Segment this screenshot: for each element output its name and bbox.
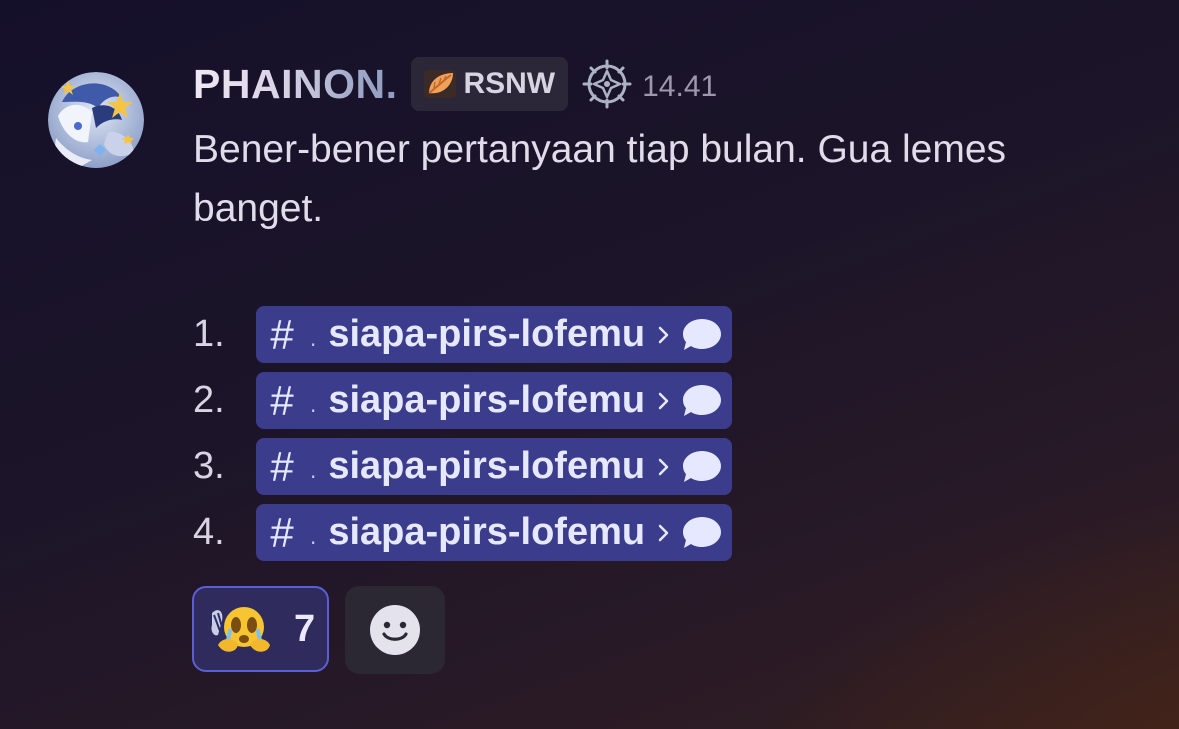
tag-label: RSNW [463, 67, 556, 100]
message-text: Bener-bener pertanyaan tiap bulan. Gua l… [193, 128, 1007, 230]
channel-name: siapa-pirs-lofemu [328, 445, 646, 487]
smiley-face-icon [370, 605, 420, 655]
thread-bubble-icon [683, 318, 722, 350]
channel-prefix-dot: . [310, 327, 317, 351]
message-header: PHAINON. RSNW 14.41 [193, 56, 717, 112]
hash-icon: # [270, 508, 294, 556]
channel-prefix-dot: . [310, 459, 317, 483]
anime-character-avatar-icon [48, 72, 144, 168]
avatar[interactable] [48, 72, 144, 168]
hash-icon: # [270, 310, 294, 358]
username[interactable]: PHAINON. [193, 61, 397, 108]
list-item: 3. # . siapa-pirs-lofemu [193, 438, 733, 495]
channel-mention[interactable]: # . siapa-pirs-lofemu [256, 306, 733, 363]
chevron-right-icon [658, 392, 669, 409]
channel-list: 1. # . siapa-pirs-lofemu 2. # . siapa-pi… [193, 306, 733, 570]
list-number: 4. [193, 511, 225, 553]
chevron-right-icon [658, 458, 669, 475]
thread-bubble-icon [683, 516, 722, 548]
channel-mention[interactable]: # . siapa-pirs-lofemu [256, 504, 733, 561]
thread-bubble-icon [683, 384, 722, 416]
list-item: 2. # . siapa-pirs-lofemu [193, 372, 733, 429]
thread-bubble-icon [683, 450, 722, 482]
list-item: 4. # . siapa-pirs-lofemu [193, 504, 733, 561]
reaction-count: 7 [294, 607, 316, 650]
channel-prefix-dot: . [310, 393, 317, 417]
chevron-right-icon [658, 524, 669, 541]
compass-star-emblem-icon[interactable] [582, 59, 632, 109]
orange-leaf-icon [424, 70, 457, 98]
reactions-bar: 7 [192, 586, 445, 674]
channel-mention[interactable]: # . siapa-pirs-lofemu [256, 438, 733, 495]
list-number: 1. [193, 313, 225, 355]
list-number: 3. [193, 445, 225, 487]
hash-icon: # [270, 376, 294, 424]
reaction-button[interactable]: 7 [192, 586, 329, 672]
channel-name: siapa-pirs-lofemu [328, 511, 646, 553]
channel-prefix-dot: . [310, 525, 317, 549]
crying-clapping-emoji-icon [211, 607, 270, 652]
chevron-right-icon [658, 326, 669, 343]
add-reaction-button[interactable] [345, 586, 445, 674]
list-number: 2. [193, 379, 225, 421]
server-tag[interactable]: RSNW [411, 57, 569, 111]
channel-name: siapa-pirs-lofemu [328, 379, 646, 421]
channel-name: siapa-pirs-lofemu [328, 313, 646, 355]
channel-mention[interactable]: # . siapa-pirs-lofemu [256, 372, 733, 429]
list-item: 1. # . siapa-pirs-lofemu [193, 306, 733, 363]
hash-icon: # [270, 442, 294, 490]
timestamp[interactable]: 14.41 [642, 64, 717, 104]
